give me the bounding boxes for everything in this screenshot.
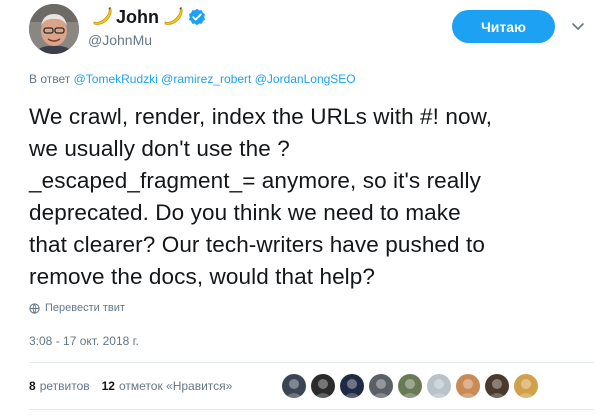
liker-avatar-8[interactable]	[485, 374, 509, 398]
author-handle[interactable]: @JohnMu	[88, 32, 152, 48]
tweet-text-line: remove the docs, would that help?	[29, 264, 376, 289]
mention-link[interactable]: @JordanLongSEO	[255, 72, 356, 86]
divider	[29, 362, 594, 363]
author-name-row[interactable]: John	[88, 5, 206, 29]
author-name: John	[116, 6, 159, 27]
liker-avatar-9[interactable]	[514, 374, 538, 398]
retweets-label: ретвитов	[39, 379, 90, 393]
liker-avatar-3[interactable]	[340, 374, 364, 398]
tweet-text-line: _escaped_fragment_= anymore, so it's rea…	[29, 168, 481, 193]
liker-avatar-6[interactable]	[427, 374, 451, 398]
likes-stat[interactable]: 12 отметок «Нравится»	[102, 379, 233, 393]
chevron-down-icon[interactable]	[570, 18, 586, 34]
tweet-text-line: that clearer? Our tech-writers have push…	[29, 232, 485, 257]
translate-label: Перевести твит	[45, 302, 125, 314]
following-button[interactable]: Читаю	[452, 10, 555, 43]
liker-avatars	[282, 374, 543, 398]
divider	[29, 409, 594, 410]
banana-icon	[162, 7, 184, 27]
tweet-text-line: we usually don't use the ?	[29, 136, 290, 161]
liker-avatar-7[interactable]	[456, 374, 480, 398]
liker-avatar-5[interactable]	[398, 374, 422, 398]
mention-link[interactable]: @ramirez_robert	[161, 72, 251, 86]
liker-avatar-2[interactable]	[311, 374, 335, 398]
engagement-stats: 8 ретвитов 12 отметок «Нравится»	[29, 373, 232, 399]
retweets-count: 8	[29, 379, 36, 393]
likes-label: отметок «Нравится»	[118, 379, 233, 393]
reply-prefix: В ответ	[29, 72, 71, 86]
banana-icon	[91, 7, 113, 27]
retweets-stat[interactable]: 8 ретвитов	[29, 379, 90, 393]
globe-icon	[29, 302, 40, 314]
reply-context: В ответ @TomekRudzki @ramirez_robert @Jo…	[29, 72, 356, 86]
mention-link[interactable]: @TomekRudzki	[74, 72, 158, 86]
translate-tweet-link[interactable]: Перевести твит	[29, 302, 125, 314]
tweet-text-line: deprecated. Do you think we need to make	[29, 200, 461, 225]
tweet-text: We crawl, render, index the URLs with #!…	[29, 101, 604, 293]
liker-avatar-1[interactable]	[282, 374, 306, 398]
verified-badge-icon	[188, 8, 206, 26]
likes-count: 12	[101, 379, 115, 393]
tweet-text-line: We crawl, render, index the URLs with #!…	[29, 104, 493, 129]
liker-avatar-4[interactable]	[369, 374, 393, 398]
tweet-timestamp[interactable]: 3:08 - 17 окт. 2018 г.	[29, 334, 139, 348]
tweet-header: John @JohnMu Читаю	[0, 0, 616, 64]
author-avatar[interactable]	[29, 4, 79, 54]
